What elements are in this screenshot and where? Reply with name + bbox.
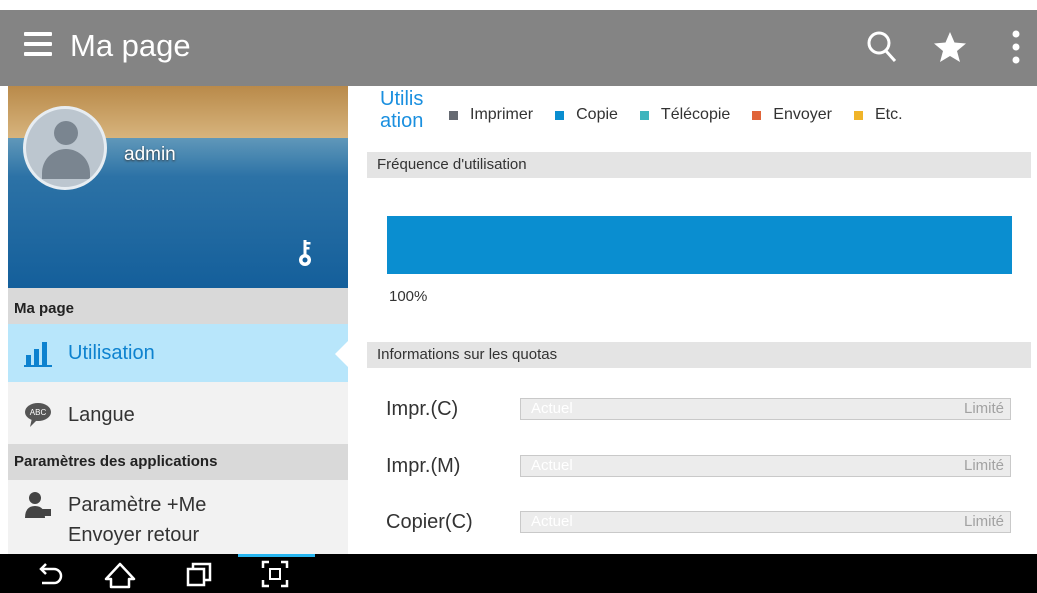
nav-highlight [238,554,315,557]
frequency-header: Fréquence d'utilisation [367,152,1031,178]
quota-label: Impr.(C) [386,398,459,420]
sidebar-item-utilisation[interactable]: Utilisation [8,324,348,382]
chart-legend: Imprimer Copie Télécopie Envoyer Etc. [449,106,903,124]
legend-label: Télécopie [660,106,731,123]
main-content: Utilisation Imprimer Copie Télécopie Env… [348,86,1037,554]
sidebar: admin Ma page Utilisation ABC Langue Par… [8,86,348,554]
quota-bar: Actuel Limité [520,511,1011,533]
quota-header: Informations sur les quotas [367,342,1031,368]
sidebar-item-label: Utilisation [68,341,155,364]
key-icon[interactable] [296,238,314,268]
legend-label: Etc. [875,106,903,123]
svg-text:ABC: ABC [30,408,47,417]
quota-label: Copier(C) [386,511,473,533]
legend-swatch [752,110,762,120]
sidebar-item-label: Langue [68,403,135,426]
legend-item: Envoyer [752,106,832,124]
quota-bar: Actuel Limité [520,455,1011,477]
quota-current: Actuel [531,513,573,530]
sidebar-item-envoyer-retour[interactable]: Envoyer retour [8,524,348,554]
quota-current: Actuel [531,457,573,474]
legend-swatch [449,110,458,120]
usage-percent: 100% [389,288,428,305]
legend-item: Télécopie [639,106,731,124]
quota-label: Impr.(M) [386,455,461,477]
recent-apps-icon[interactable] [184,559,214,589]
legend-item: Etc. [854,106,903,124]
selection-pointer [335,339,348,369]
usage-frequency-bar [387,216,1012,274]
legend-swatch [555,110,565,120]
profile-header: admin [8,86,348,288]
message-icon [24,540,52,554]
bar-chart-icon [24,342,52,367]
star-icon[interactable] [933,30,967,64]
page-title: Ma page [70,28,191,63]
avatar[interactable] [23,106,107,190]
app-bar: Ma page [0,10,1037,86]
screenshot-icon[interactable] [260,559,290,589]
sidebar-item-label: Paramètre +Me [68,493,207,516]
quota-bar: Actuel Limité [520,398,1011,420]
abc-speech-icon: ABC [25,403,51,427]
home-icon[interactable] [103,559,137,589]
legend-label: Copie [576,106,618,123]
sidebar-item-parametre-me[interactable]: Paramètre +Me [8,480,348,530]
system-nav-bar [0,554,1037,593]
section-ma-page: Ma page [8,288,348,324]
search-icon[interactable] [866,30,898,64]
legend-label: Envoyer [773,106,832,123]
quota-current: Actuel [531,400,573,417]
quota-limit: Limité [963,400,1004,417]
legend-swatch [854,110,863,120]
section-app-settings: Paramètres des applications [8,444,348,480]
legend-title: Utilisation [380,88,424,132]
legend-item: Imprimer [449,106,533,124]
top-edge [0,0,1037,10]
legend-item: Copie [555,106,618,124]
sidebar-item-label: Envoyer retour [68,524,200,546]
quota-limit: Limité [963,457,1004,474]
legend-label: Imprimer [470,106,534,123]
back-icon[interactable] [34,559,64,589]
legend-swatch [639,110,649,120]
quota-limit: Limité [963,513,1004,530]
user-name: admin [124,144,176,165]
sidebar-item-langue[interactable]: ABC Langue [8,386,348,444]
more-vert-icon[interactable] [1006,30,1026,64]
menu-icon[interactable] [24,32,52,60]
user-settings-icon [25,492,51,518]
